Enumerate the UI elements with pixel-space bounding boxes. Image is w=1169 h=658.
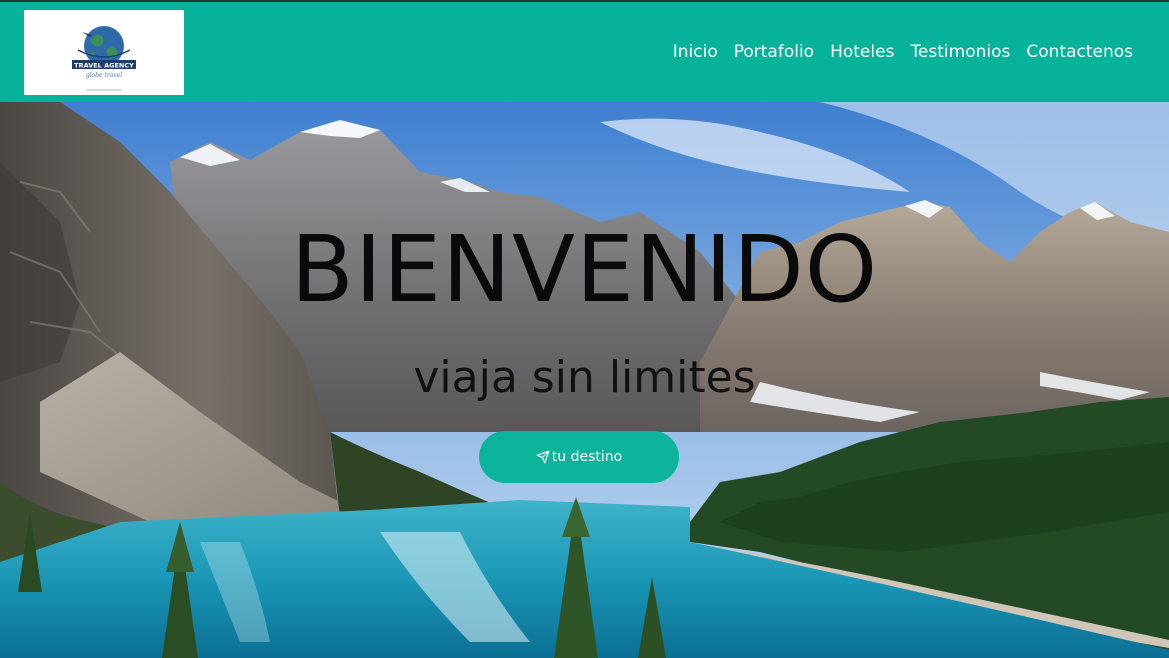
globe-airplane-icon: TRAVEL AGENCY globe travel — [72, 26, 136, 91]
nav-item-portafolio[interactable]: Portafolio — [734, 42, 814, 62]
page: TRAVEL AGENCY globe travel Inicio Portaf… — [0, 0, 1169, 658]
svg-text:TRAVEL AGENCY: TRAVEL AGENCY — [74, 62, 134, 70]
svg-text:globe travel: globe travel — [86, 72, 122, 79]
nav-item-hoteles[interactable]: Hoteles — [830, 42, 894, 62]
nav-menu: Inicio Portafolio Hoteles Testimonios Co… — [673, 2, 1133, 102]
nav-item-contactenos[interactable]: Contactenos — [1026, 42, 1133, 62]
tu-destino-button[interactable]: tu destino — [479, 431, 679, 483]
hero-subtitle: viaja sin limites — [413, 352, 756, 403]
nav-item-testimonios[interactable]: Testimonios — [910, 42, 1010, 62]
logo[interactable]: TRAVEL AGENCY globe travel — [24, 10, 184, 95]
hero-title: BIENVENIDO — [290, 216, 879, 323]
nav-item-inicio[interactable]: Inicio — [673, 42, 718, 62]
send-icon — [536, 450, 550, 464]
navbar: TRAVEL AGENCY globe travel Inicio Portaf… — [0, 2, 1169, 102]
hero-section: BIENVENIDO viaja sin limites tu destino — [0, 102, 1169, 658]
cta-label: tu destino — [551, 449, 623, 465]
